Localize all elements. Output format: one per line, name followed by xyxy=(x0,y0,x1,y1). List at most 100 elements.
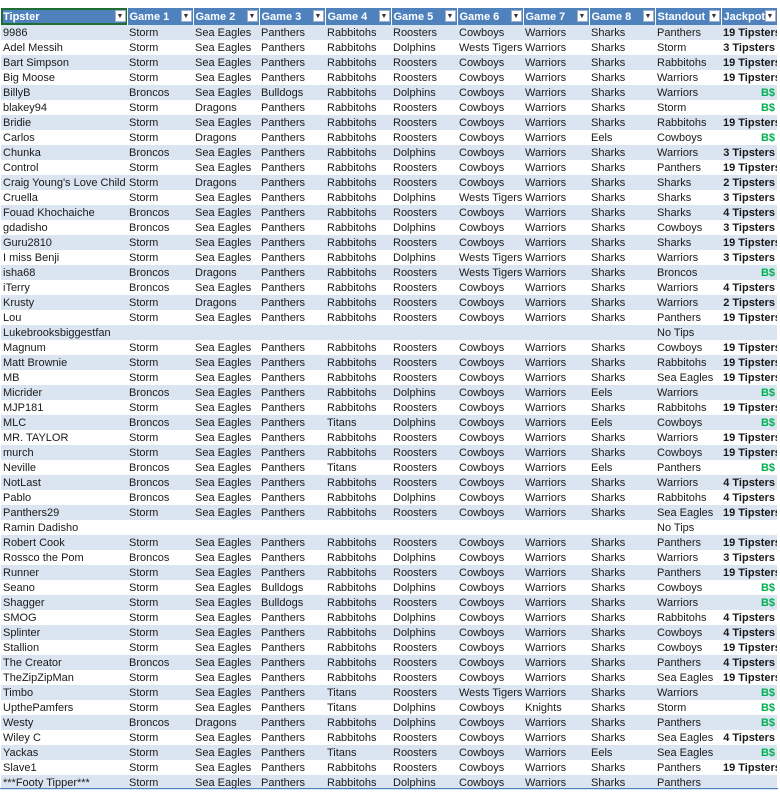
tip-cell[interactable]: Broncos xyxy=(127,475,193,490)
tip-cell[interactable]: Warriors xyxy=(655,550,721,565)
tip-cell[interactable]: Roosters xyxy=(391,640,457,655)
jackpot-cell[interactable]: 3 Tipsters xyxy=(721,250,777,265)
tip-cell[interactable]: Sea Eagles xyxy=(193,445,259,460)
tipster-name-cell[interactable]: Carlos xyxy=(1,130,127,145)
tip-cell[interactable]: Sea Eagles xyxy=(655,670,721,685)
tip-cell[interactable]: Cowboys xyxy=(457,100,523,115)
tip-cell[interactable]: Rabbitohs xyxy=(325,55,391,70)
tip-cell[interactable]: Storm xyxy=(127,685,193,700)
tip-cell[interactable]: Sharks xyxy=(589,565,655,580)
tip-cell[interactable]: Cowboys xyxy=(457,730,523,745)
tip-cell[interactable]: Sea Eagles xyxy=(655,730,721,745)
tip-cell[interactable]: Sea Eagles xyxy=(193,700,259,715)
tipster-name-cell[interactable]: Lou xyxy=(1,310,127,325)
tip-cell[interactable]: Roosters xyxy=(391,310,457,325)
tip-cell[interactable]: Storm xyxy=(127,175,193,190)
filter-dropdown-icon[interactable]: ▼ xyxy=(642,10,654,22)
tip-cell[interactable]: Rabbitohs xyxy=(325,445,391,460)
tip-cell[interactable]: Storm xyxy=(127,70,193,85)
jackpot-cell[interactable] xyxy=(721,520,777,535)
tip-cell[interactable]: Panthers xyxy=(655,655,721,670)
tip-cell[interactable]: Storm xyxy=(127,445,193,460)
tip-cell[interactable]: Roosters xyxy=(391,160,457,175)
tip-cell[interactable]: Rabbitohs xyxy=(325,85,391,100)
tip-cell[interactable]: Rabbitohs xyxy=(655,610,721,625)
tip-cell[interactable] xyxy=(193,520,259,535)
tip-cell[interactable]: Warriors xyxy=(523,265,589,280)
tip-cell[interactable]: Sharks xyxy=(589,55,655,70)
tip-cell[interactable]: Storm xyxy=(127,295,193,310)
tip-cell[interactable]: Dragons xyxy=(193,715,259,730)
jackpot-cell[interactable] xyxy=(721,325,777,340)
tip-cell[interactable]: Sea Eagles xyxy=(193,235,259,250)
column-header-game-1[interactable]: Game 1 ▼ xyxy=(127,8,194,25)
tip-cell[interactable]: Sea Eagles xyxy=(655,370,721,385)
tip-cell[interactable]: Storm xyxy=(127,505,193,520)
tip-cell[interactable]: Titans xyxy=(325,700,391,715)
tip-cell[interactable]: Storm xyxy=(127,55,193,70)
tip-cell[interactable]: Broncos xyxy=(127,220,193,235)
tip-cell[interactable]: Warriors xyxy=(523,670,589,685)
tipster-name-cell[interactable]: Pablo xyxy=(1,490,127,505)
tip-cell[interactable]: Sea Eagles xyxy=(193,385,259,400)
tip-cell[interactable]: Panthers xyxy=(259,55,325,70)
tip-cell[interactable]: Cowboys xyxy=(457,340,523,355)
tip-cell[interactable]: Panthers xyxy=(259,70,325,85)
tip-cell[interactable]: Sharks xyxy=(655,235,721,250)
tip-cell[interactable]: Storm xyxy=(127,730,193,745)
tip-cell[interactable]: Panthers xyxy=(259,355,325,370)
tip-cell[interactable]: Cowboys xyxy=(457,460,523,475)
tip-cell[interactable]: Storm xyxy=(127,700,193,715)
tipster-name-cell[interactable]: Control xyxy=(1,160,127,175)
tip-cell[interactable]: Roosters xyxy=(391,745,457,760)
jackpot-cell[interactable]: 19 Tipsters xyxy=(721,505,777,520)
tip-cell[interactable]: Storm xyxy=(127,610,193,625)
tipster-name-cell[interactable]: NotLast xyxy=(1,475,127,490)
tip-cell[interactable]: Storm xyxy=(127,235,193,250)
tipster-name-cell[interactable]: isha68 xyxy=(1,265,127,280)
tip-cell[interactable]: Rabbitohs xyxy=(325,430,391,445)
tip-cell[interactable]: Rabbitohs xyxy=(325,340,391,355)
tip-cell[interactable] xyxy=(259,325,325,340)
tip-cell[interactable]: Cowboys xyxy=(655,415,721,430)
tip-cell[interactable]: Sea Eagles xyxy=(193,190,259,205)
tip-cell[interactable]: Cowboys xyxy=(457,640,523,655)
tip-cell[interactable]: Sharks xyxy=(655,205,721,220)
tip-cell[interactable]: Warriors xyxy=(523,25,589,40)
tip-cell[interactable]: Panthers xyxy=(259,205,325,220)
tip-cell[interactable]: Cowboys xyxy=(457,490,523,505)
tip-cell[interactable]: Rabbitohs xyxy=(325,145,391,160)
tip-cell[interactable]: Cowboys xyxy=(457,610,523,625)
tip-cell[interactable]: Sharks xyxy=(589,340,655,355)
tip-cell[interactable]: Warriors xyxy=(655,250,721,265)
tip-cell[interactable]: Warriors xyxy=(523,535,589,550)
tip-cell[interactable]: Rabbitohs xyxy=(655,355,721,370)
tip-cell[interactable]: Panthers xyxy=(259,40,325,55)
tip-cell[interactable]: Titans xyxy=(325,415,391,430)
tip-cell[interactable]: Eels xyxy=(589,385,655,400)
tip-cell[interactable]: Warriors xyxy=(523,340,589,355)
tip-cell[interactable]: Storm xyxy=(127,25,193,40)
tip-cell[interactable]: Cowboys xyxy=(457,595,523,610)
tip-cell[interactable]: Dolphins xyxy=(391,415,457,430)
tip-cell[interactable]: Panthers xyxy=(259,400,325,415)
tip-cell[interactable]: Roosters xyxy=(391,100,457,115)
tip-cell[interactable]: Sharks xyxy=(589,175,655,190)
tip-cell[interactable]: Panthers xyxy=(259,280,325,295)
filter-dropdown-icon[interactable]: ▼ xyxy=(246,10,258,22)
jackpot-cell[interactable]: B$ xyxy=(721,700,777,715)
tip-cell[interactable]: Storm xyxy=(127,595,193,610)
tip-cell[interactable]: Panthers xyxy=(259,505,325,520)
tip-cell[interactable]: Storm xyxy=(127,115,193,130)
tip-cell[interactable]: Storm xyxy=(655,700,721,715)
tip-cell[interactable]: Roosters xyxy=(391,760,457,775)
jackpot-cell[interactable]: 19 Tipsters xyxy=(721,400,777,415)
tip-cell[interactable]: Cowboys xyxy=(457,565,523,580)
tip-cell[interactable]: Cowboys xyxy=(457,130,523,145)
tip-cell[interactable]: Sea Eagles xyxy=(193,595,259,610)
tipster-name-cell[interactable]: Craig Young's Love Child xyxy=(1,175,127,190)
tip-cell[interactable]: Rabbitohs xyxy=(325,280,391,295)
tip-cell[interactable]: Rabbitohs xyxy=(325,655,391,670)
tip-cell[interactable]: Storm xyxy=(127,535,193,550)
tip-cell[interactable]: Rabbitohs xyxy=(325,505,391,520)
